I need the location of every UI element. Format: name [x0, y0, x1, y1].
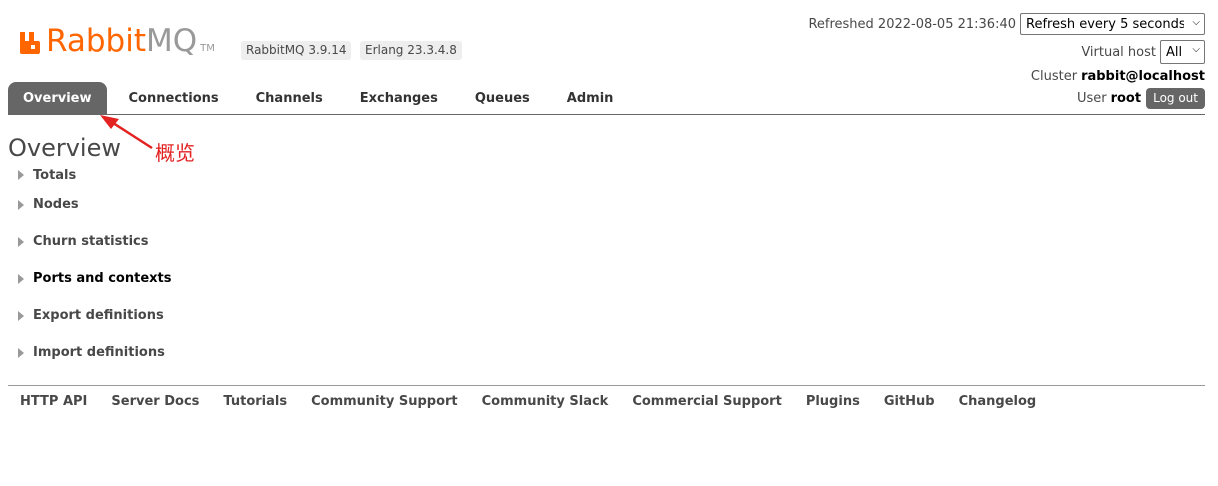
footer-divider: [8, 385, 1205, 386]
section-import-definitions[interactable]: Import definitions: [16, 334, 171, 371]
footer-link-github[interactable]: GitHub: [872, 393, 947, 411]
footer-link-http-api[interactable]: HTTP API: [8, 393, 99, 411]
cluster-label: Cluster: [1030, 68, 1078, 84]
footer-link-tutorials[interactable]: Tutorials: [211, 393, 299, 411]
section-label: Totals: [33, 167, 77, 183]
tab-overview[interactable]: Overview: [8, 82, 107, 115]
tab-queues[interactable]: Queues: [460, 82, 545, 115]
footer-link-commercial-support[interactable]: Commercial Support: [620, 393, 794, 411]
user-label: User: [1076, 91, 1107, 106]
section-totals[interactable]: Totals: [16, 164, 171, 186]
header-controls: Refreshed 2022-08-05 21:36:40 Refresh ev…: [808, 13, 1205, 86]
section-nodes[interactable]: Nodes: [16, 186, 171, 223]
main-nav-tabs: Overview Connections Channels Exchanges …: [8, 82, 635, 115]
footer-links: HTTP API Server Docs Tutorials Community…: [8, 393, 1048, 411]
refresh-interval-select[interactable]: Refresh every 5 seconds: [1020, 13, 1205, 35]
tab-channels[interactable]: Channels: [241, 82, 338, 115]
rabbitmq-version-badge: RabbitMQ 3.9.14: [241, 41, 352, 60]
erlang-version-badge: Erlang 23.3.4.8: [360, 41, 462, 60]
refreshed-timestamp: Refreshed 2022-08-05 21:36:40: [808, 16, 1016, 32]
user-name: root: [1110, 91, 1142, 106]
rabbitmq-logo[interactable]: RabbitMQ TM: [18, 24, 215, 58]
virtual-host-select[interactable]: All: [1160, 40, 1205, 64]
overview-sections: Totals Nodes Churn statistics Ports and …: [16, 164, 171, 371]
expand-triangle-icon: [18, 273, 24, 284]
page-title: Overview: [8, 134, 121, 162]
section-export-definitions[interactable]: Export definitions: [16, 297, 171, 334]
refresh-select-wrapper: Refresh every 5 seconds ⌵: [1020, 13, 1205, 35]
section-ports-and-contexts[interactable]: Ports and contexts: [16, 260, 171, 297]
expand-triangle-icon: [18, 347, 24, 358]
section-label: Export definitions: [33, 308, 164, 323]
section-label: Nodes: [33, 197, 79, 212]
footer-link-plugins[interactable]: Plugins: [794, 393, 872, 411]
logout-button[interactable]: Log out: [1146, 88, 1205, 109]
virtual-host-label: Virtual host: [1081, 44, 1156, 60]
footer-link-server-docs[interactable]: Server Docs: [99, 393, 211, 411]
section-churn-statistics[interactable]: Churn statistics: [16, 223, 171, 260]
tabs-divider: [8, 114, 1205, 115]
tab-connections[interactable]: Connections: [114, 82, 234, 115]
footer-link-community-slack[interactable]: Community Slack: [470, 393, 621, 411]
tab-exchanges[interactable]: Exchanges: [345, 82, 453, 115]
section-label: Ports and contexts: [33, 271, 172, 286]
logo-wordmark: RabbitMQ: [46, 24, 197, 58]
expand-triangle-icon: [18, 170, 24, 180]
trademark-mark: TM: [200, 43, 215, 54]
expand-triangle-icon: [18, 236, 24, 247]
footer-link-changelog[interactable]: Changelog: [947, 393, 1049, 411]
tab-admin[interactable]: Admin: [552, 82, 629, 115]
vhost-select-wrapper: All ⌵: [1160, 40, 1205, 64]
rabbit-icon: [20, 32, 40, 54]
logo-brand: Rabbit: [46, 23, 146, 59]
expand-triangle-icon: [18, 310, 24, 321]
annotation-label: 概览: [155, 141, 195, 165]
user-area: User root Log out: [1077, 88, 1205, 109]
logo-brand-suffix: MQ: [145, 23, 198, 59]
section-label: Churn statistics: [33, 234, 149, 249]
cluster-name: rabbit@localhost: [1081, 68, 1205, 84]
expand-triangle-icon: [18, 199, 24, 210]
footer-link-community-support[interactable]: Community Support: [299, 393, 470, 411]
section-label: Import definitions: [33, 345, 165, 360]
